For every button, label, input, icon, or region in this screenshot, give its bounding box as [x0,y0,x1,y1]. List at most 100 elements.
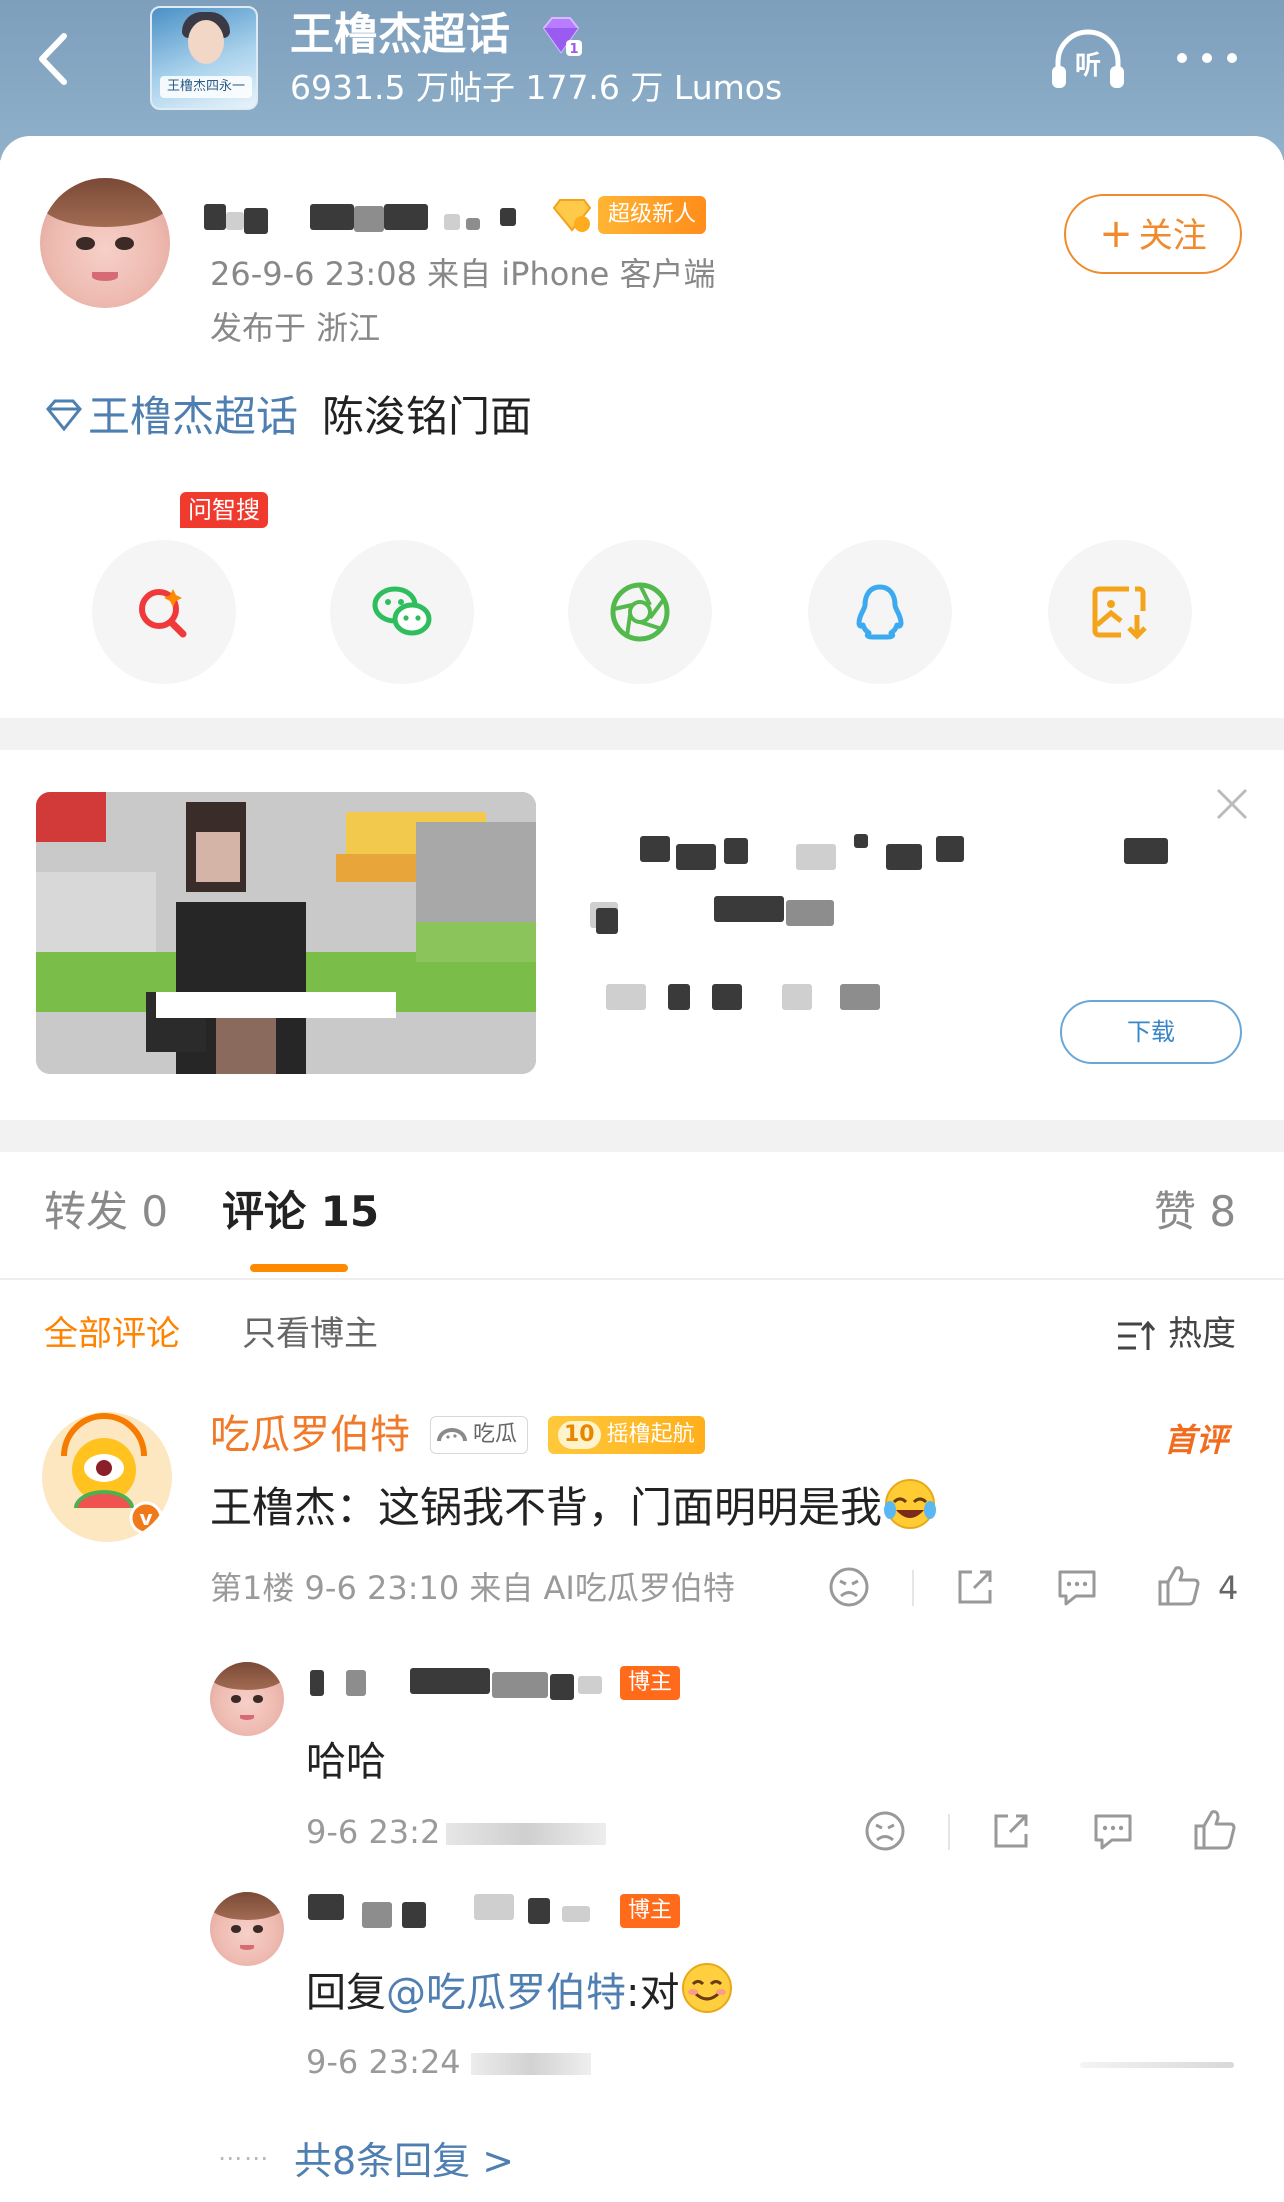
melon-badge: 吃瓜 [430,1416,529,1454]
interaction-tabs: 转发 0 评论 15 赞 8 [0,1152,1284,1280]
post-time-source: 26-9-6 23:08 来自 iPhone 客户端 [210,255,716,293]
melon-icon [437,1428,467,1441]
close-ad-icon[interactable] [1212,784,1252,824]
diamond-level-icon: 1 [542,17,582,57]
tab-comment[interactable]: 评论 15 [222,1184,379,1240]
melon-badge-label: 吃瓜 [473,1422,518,1447]
reply-meta-pixelated [470,2053,591,2075]
listen-headphones-icon[interactable]: 听 [1048,26,1128,94]
cover-face [188,20,224,64]
comment-meta: 第1楼 9-6 23:10 来自 AI吃瓜罗伯特 [210,1569,735,1607]
reply-meta-pixelated [446,1823,607,1845]
owner-tag: 博主 [620,1894,681,1928]
filter-all-comments[interactable]: 全部评论 [44,1310,180,1358]
comment-text: 王橹杰：这锅我不背，门面明明是我 [210,1476,938,1540]
fan-level-label: 摇橹起航 [606,1422,695,1447]
commenter-avatar[interactable]: v [42,1412,172,1542]
dislike-face-icon[interactable] [826,1564,872,1610]
post-content: 王橹杰超话 陈浚铭门面 [44,388,532,446]
reply-actions-faded [1080,2062,1234,2068]
ad-download-button[interactable]: 下载 [1060,1000,1242,1064]
moments-aperture-icon [610,582,670,642]
ask-search-tag: 问智搜 [180,492,268,528]
repost-icon[interactable] [988,1808,1034,1854]
share-wechat-button[interactable] [330,540,474,684]
more-options-icon[interactable] [1172,40,1242,76]
svg-text:v: v [139,1506,152,1530]
reply-suffix: :对 [626,1970,680,2016]
ask-search-button[interactable]: 问智搜 [92,492,268,684]
like-thumb-icon[interactable] [1156,1562,1202,1608]
comment-text-body: 王橹杰：这锅我不背，门面明明是我 [210,1483,883,1532]
reply-text: 哈哈 [306,1739,386,1785]
active-tab-indicator [250,1264,348,1272]
follow-button[interactable]: + 关注 [1064,194,1242,274]
comments-section: 转发 0 评论 15 赞 8 全部评论 只看博主 热度 v 吃瓜罗伯特 吃瓜 1… [0,1152,1284,2202]
sort-by-heat[interactable]: 热度 [1168,1310,1236,1358]
commenter-name[interactable]: 吃瓜罗伯特 [210,1408,410,1462]
author-name-pixelated[interactable] [204,200,516,234]
mention-link[interactable]: @吃瓜罗伯特 [386,1970,626,2016]
like-thumb-icon[interactable] [1192,1806,1238,1852]
ask-search-icon [139,589,187,638]
tab-like[interactable]: 赞 8 [1154,1184,1236,1240]
supertopic-link-label: 王橹杰超话 [88,392,299,441]
smile-emoji-icon [682,1963,733,2013]
post-text: 陈浚铭门面 [322,392,533,441]
vip-diamond-icon [552,199,592,232]
more-replies-label: 共8条回复 > [294,2139,515,2183]
view-more-replies[interactable]: ⋯⋯ 共8条回复 > [218,2130,514,2186]
reply-meta-text: 9-6 23:2 [306,1813,441,1851]
ad-description-pixelated [586,834,1226,1024]
back-arrow-icon[interactable] [30,26,80,92]
fan-level-badge: 10 摇橹起航 [548,1416,705,1454]
reply-meta-text: 9-6 23:24 [306,2043,461,2081]
ad-thumbnail-mosaic [36,792,536,1074]
qq-penguin-icon [856,584,904,640]
ad-thumbnail-pixelated[interactable] [36,792,536,1074]
reply-avatar[interactable] [210,1662,284,1736]
forum-title[interactable]: 王橹杰超话 [290,6,510,64]
post-card: 超级新人 26-9-6 23:08 来自 iPhone 客户端 发布于 浙江 +… [0,136,1284,718]
save-image-button[interactable] [1048,540,1192,684]
reply-meta: 9-6 23:2 [306,1810,607,1854]
reply-prefix: 回复 [306,1970,386,2016]
action-divider [948,1814,950,1850]
wechat-icon [372,586,432,636]
filter-owner-only[interactable]: 只看博主 [242,1310,378,1358]
weibo-post-page: 王橹杰四永一 王橹杰超话 1 6931.5 万帖子 177.6 万 Lumos … [0,0,1284,2202]
dislike-face-icon[interactable] [862,1808,908,1854]
plus-icon: + [1099,211,1133,257]
svg-text:1: 1 [569,42,578,57]
action-divider [912,1570,914,1606]
post-location: 发布于 浙江 [210,309,381,347]
supertopic-link[interactable]: 王橹杰超话 [44,388,298,446]
tab-repost[interactable]: 转发 0 [44,1184,168,1240]
owner-tag: 博主 [620,1666,681,1700]
follow-label: 关注 [1138,216,1207,256]
reply-comment-icon[interactable] [1090,1808,1136,1854]
save-image-icon [1092,586,1147,640]
dots-divider: ⋯⋯ [218,2144,270,2172]
supertopic-cover[interactable]: 王橹杰四永一 [150,6,258,110]
share-moments-button[interactable] [568,540,712,684]
first-comment-tag: 首评 [1164,1421,1229,1459]
reply-comment-icon[interactable] [1054,1564,1100,1610]
comment-filter-row: 全部评论 只看博主 热度 [0,1302,1284,1370]
ad-card[interactable]: 下载 [0,750,1284,1120]
laugh-cry-emoji-icon [884,1479,937,1529]
fan-level-number: 10 [558,1421,601,1449]
sort-icon[interactable] [1116,1318,1156,1354]
comment-like-count: 4 [1218,1569,1239,1607]
share-actions: 问智搜 [92,492,1192,686]
reply-avatar[interactable] [210,1892,284,1966]
reply-text: 回复@吃瓜罗伯特:对 [306,1960,735,2023]
svg-text:听: 听 [1075,51,1101,81]
reply-author-pixelated[interactable] [306,1662,622,1702]
reply-author-pixelated[interactable] [306,1890,622,1930]
author-avatar[interactable] [40,178,170,308]
repost-icon[interactable] [952,1564,998,1610]
supertopic-diamond-icon [46,399,82,432]
share-qq-button[interactable] [808,540,952,684]
super-newbie-badge: 超级新人 [598,196,707,234]
